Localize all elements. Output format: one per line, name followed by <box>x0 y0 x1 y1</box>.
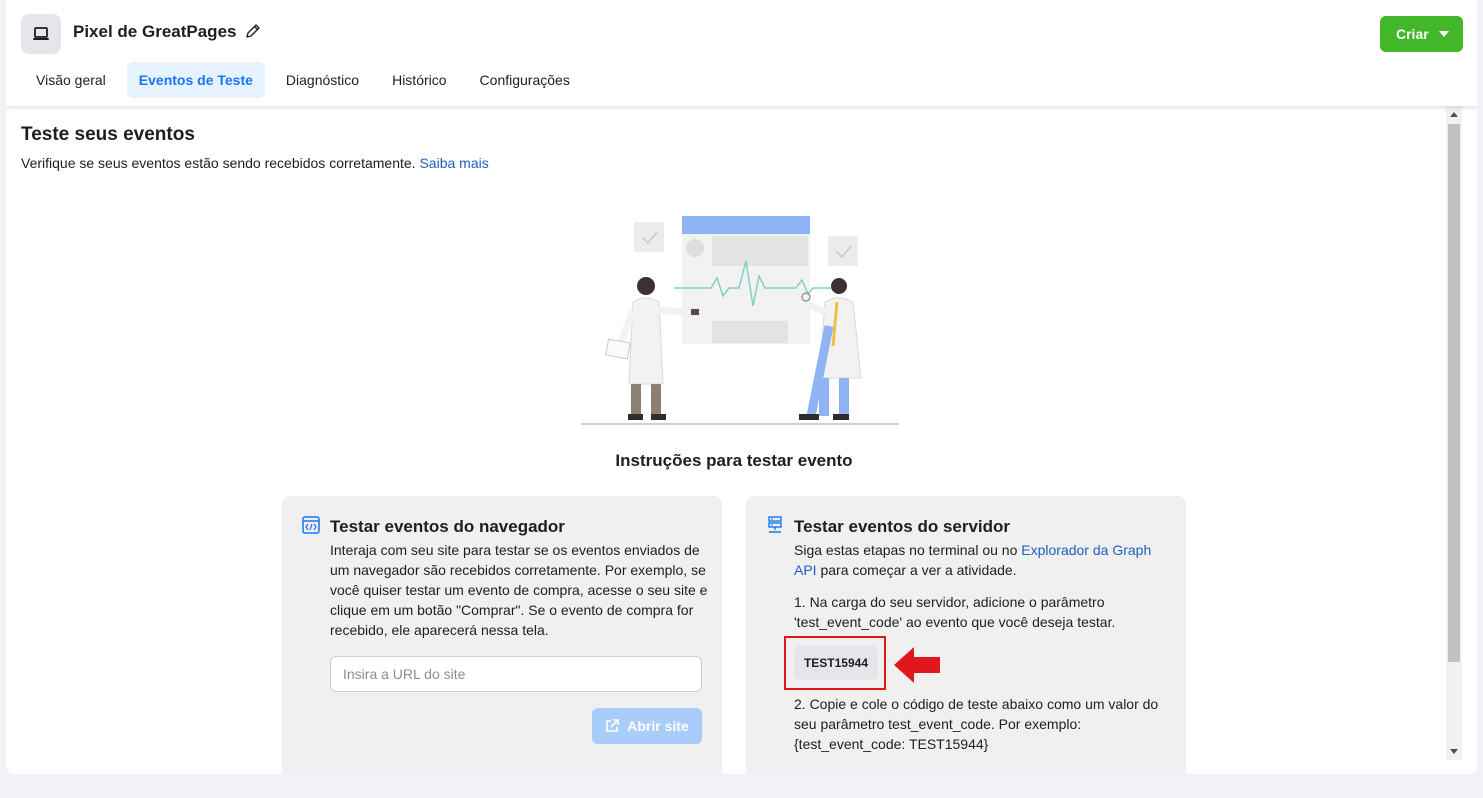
server-events-panel: Testar eventos do servidor Siga estas et… <box>746 496 1186 774</box>
site-url-input[interactable] <box>330 656 702 692</box>
red-arrow-icon <box>894 647 940 683</box>
tab-history[interactable]: Histórico <box>380 62 458 98</box>
main-card: Pixel de GreatPages Criar Visão geral Ev… <box>6 0 1477 774</box>
content-area: Teste seus eventos Verifique se seus eve… <box>6 106 1446 774</box>
open-site-label: Abrir site <box>627 718 689 734</box>
open-site-button[interactable]: Abrir site <box>592 708 702 744</box>
page-header: Pixel de GreatPages Criar Visão geral Ev… <box>6 0 1477 106</box>
scroll-down-icon[interactable] <box>1450 749 1458 754</box>
create-button-label: Criar <box>1396 26 1429 42</box>
test-code-highlight: TEST15944 <box>784 636 886 690</box>
scroll-up-icon[interactable] <box>1450 112 1458 117</box>
server-icon <box>766 516 784 534</box>
tab-bar: Visão geral Eventos de Teste Diagnóstico… <box>24 62 591 98</box>
code-browser-icon <box>302 516 320 534</box>
vertical-scrollbar[interactable] <box>1446 106 1462 760</box>
tab-test-events[interactable]: Eventos de Teste <box>126 62 265 98</box>
server-step-2: 2. Copie e cole o código de teste abaixo… <box>794 696 1159 752</box>
caret-down-icon <box>1439 31 1449 37</box>
server-intro-after: para começar a ver a atividade. <box>816 562 1017 578</box>
instructions-title: Instruções para testar evento <box>615 451 853 470</box>
server-step-1: 1. Na carga do seu servidor, adicione o … <box>794 594 1116 630</box>
doctors-illustration <box>581 216 899 425</box>
create-button[interactable]: Criar <box>1380 16 1463 52</box>
tab-diagnostics[interactable]: Diagnóstico <box>274 62 371 98</box>
scrollbar-thumb[interactable] <box>1448 124 1460 662</box>
section-subtitle-text: Verifique se seus eventos estão sendo re… <box>21 155 416 171</box>
laptop-icon <box>21 14 61 54</box>
page-title: Pixel de GreatPages <box>73 22 237 41</box>
test-event-code-chip[interactable]: TEST15944 <box>794 646 878 680</box>
section-title: Teste seus eventos <box>21 124 195 145</box>
tab-settings[interactable]: Configurações <box>468 62 582 98</box>
browser-events-panel: Testar eventos do navegador Interaja com… <box>282 496 722 774</box>
server-panel-intro: Siga estas etapas no terminal ou no Expl… <box>794 540 1169 580</box>
browser-panel-title: Testar eventos do navegador <box>330 517 565 536</box>
browser-panel-description: Interaja com seu site para testar se os … <box>330 542 708 638</box>
tab-overview[interactable]: Visão geral <box>24 62 118 98</box>
external-link-icon <box>606 719 620 732</box>
server-intro-before: Siga estas etapas no terminal ou no <box>794 542 1022 558</box>
section-subtitle: Verifique se seus eventos estão sendo re… <box>21 155 489 171</box>
learn-more-link[interactable]: Saiba mais <box>419 155 488 171</box>
server-panel-title: Testar eventos do servidor <box>794 517 1011 536</box>
pencil-icon[interactable] <box>244 22 262 40</box>
